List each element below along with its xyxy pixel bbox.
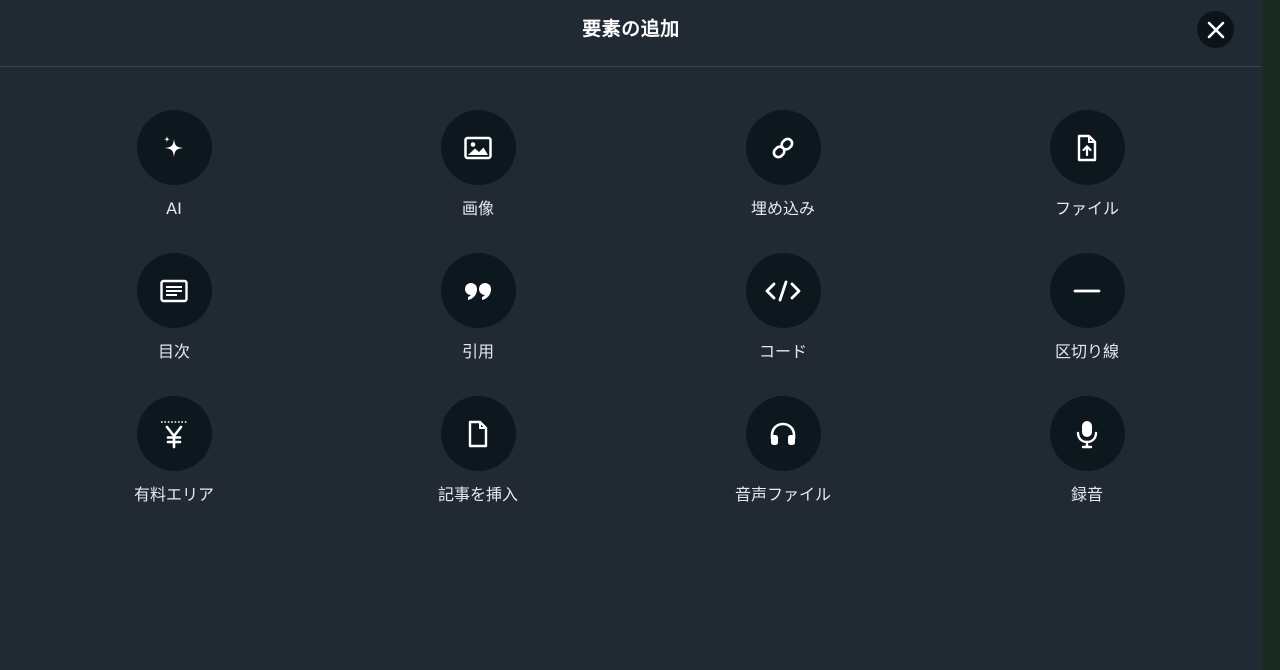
ai-option-circle bbox=[136, 110, 212, 185]
close-button[interactable] bbox=[1197, 11, 1234, 48]
yen-paywall-icon bbox=[161, 420, 187, 448]
embed-label: 埋め込み bbox=[750, 199, 815, 218]
divider-option-circle bbox=[1049, 253, 1125, 328]
dialog-title: 要素の追加 bbox=[582, 18, 680, 40]
article-option-circle bbox=[440, 396, 516, 471]
link-icon bbox=[772, 137, 794, 158]
add-ai-button[interactable]: AI bbox=[94, 110, 254, 219]
record-label: 録音 bbox=[1070, 485, 1103, 504]
add-image-button[interactable]: 画像 bbox=[398, 110, 558, 219]
add-code-button[interactable]: コード bbox=[703, 253, 863, 362]
add-toc-button[interactable]: 目次 bbox=[94, 253, 254, 362]
add-embed-button[interactable]: 埋め込み bbox=[703, 110, 863, 219]
headphones-icon bbox=[770, 422, 796, 445]
close-icon bbox=[1207, 21, 1224, 38]
paywall-label: 有料エリア bbox=[133, 485, 214, 504]
add-paywall-button[interactable]: 有料エリア bbox=[94, 396, 254, 505]
divider-icon bbox=[1073, 289, 1101, 292]
code-option-circle bbox=[745, 253, 821, 328]
code-label: コード bbox=[758, 342, 807, 361]
sparkle-icon bbox=[164, 135, 183, 157]
dialog-header: 要素の追加 bbox=[0, 0, 1262, 67]
add-audio-file-button[interactable]: 音声ファイル bbox=[703, 396, 863, 505]
record-audio-button[interactable]: 録音 bbox=[1007, 396, 1167, 505]
insert-article-button[interactable]: 記事を挿入 bbox=[398, 396, 558, 505]
microphone-icon bbox=[1076, 420, 1098, 448]
file-upload-icon bbox=[1077, 134, 1097, 161]
table-of-contents-icon bbox=[160, 279, 188, 302]
add-element-dialog: 要素の追加 AI 画像 埋め込み ファイル 目次 引用 コード 区切り線 有料エ… bbox=[0, 0, 1262, 670]
divider-label: 区切り線 bbox=[1054, 342, 1119, 361]
toc-option-circle bbox=[136, 253, 212, 328]
ai-label: AI bbox=[166, 199, 182, 218]
audio-file-label: 音声ファイル bbox=[734, 485, 831, 504]
audio-option-circle bbox=[745, 396, 821, 471]
embed-option-circle bbox=[745, 110, 821, 185]
image-icon bbox=[464, 136, 492, 159]
toc-label: 目次 bbox=[157, 342, 190, 361]
quote-option-circle bbox=[440, 253, 516, 328]
quote-icon bbox=[465, 282, 491, 300]
image-option-circle bbox=[440, 110, 516, 185]
insert-article-label: 記事を挿入 bbox=[437, 485, 518, 504]
add-quote-button[interactable]: 引用 bbox=[398, 253, 558, 362]
quote-label: 引用 bbox=[461, 342, 494, 361]
code-icon bbox=[765, 280, 801, 301]
paywall-option-circle bbox=[136, 396, 212, 471]
file-label: ファイル bbox=[1054, 199, 1119, 218]
background-edge bbox=[1262, 0, 1280, 670]
add-file-button[interactable]: ファイル bbox=[1007, 110, 1167, 219]
document-icon bbox=[468, 420, 488, 447]
add-divider-button[interactable]: 区切り線 bbox=[1007, 253, 1167, 362]
image-label: 画像 bbox=[461, 199, 494, 218]
record-option-circle bbox=[1049, 396, 1125, 471]
file-option-circle bbox=[1049, 110, 1125, 185]
